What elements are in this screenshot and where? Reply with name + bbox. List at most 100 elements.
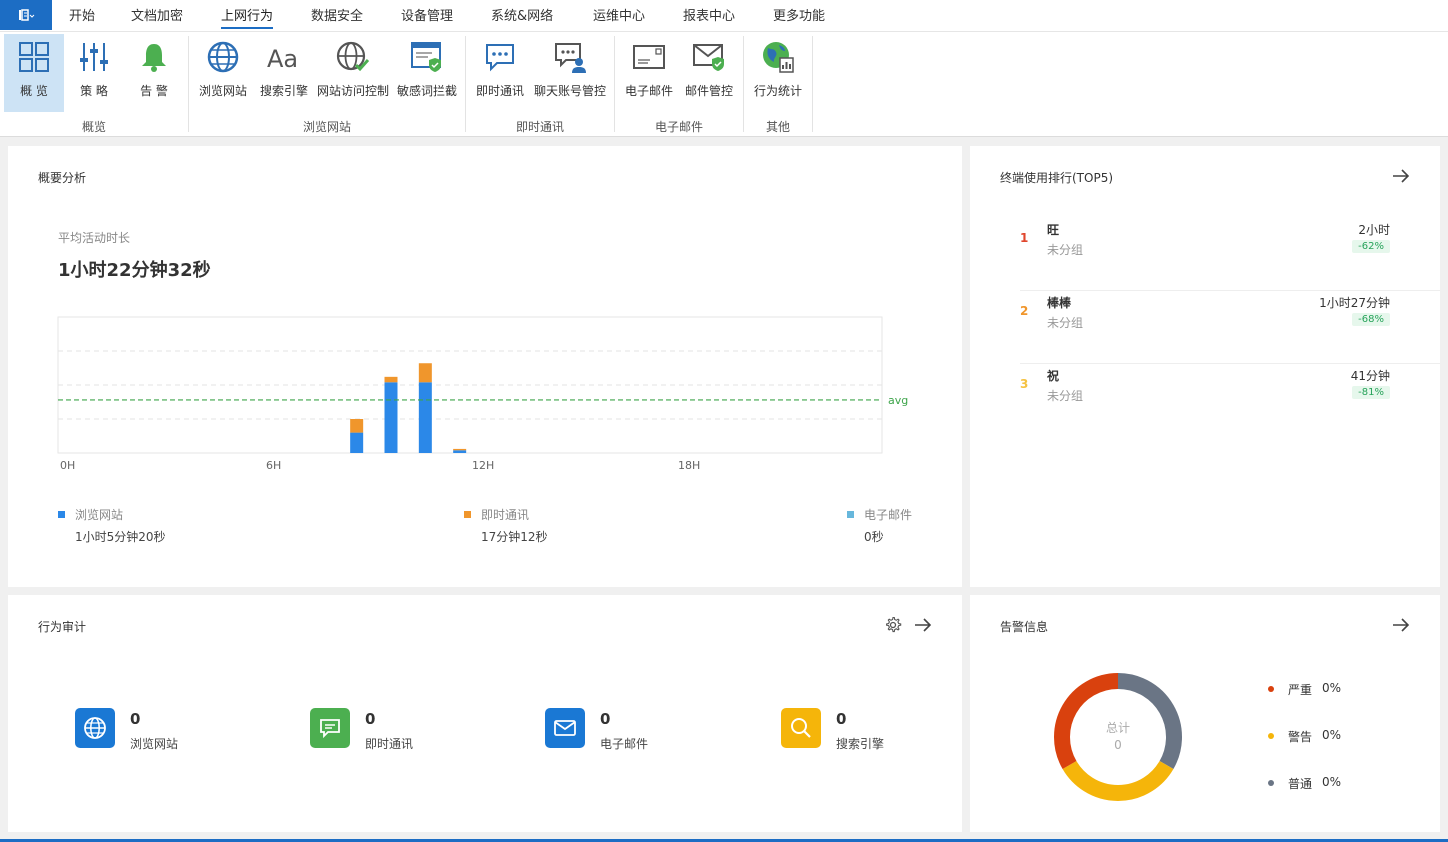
ribbon-label: 聊天账号管控: [533, 84, 606, 98]
ribbon-group-label-browse: 浏览网站: [302, 120, 351, 134]
app-menu-button[interactable]: [0, 0, 52, 30]
legend-value: 1小时5分钟20秒: [75, 530, 166, 544]
audit-icon-box: [781, 708, 821, 748]
ranking-row[interactable]: 3 祝 未分组 41分钟 -81%: [1020, 364, 1440, 437]
globe-stats-icon: [763, 42, 794, 73]
chart-x-tick-label: 12H: [472, 459, 494, 472]
audit-count: 0: [130, 710, 141, 728]
ribbon-email-control-button[interactable]: 邮件管控: [681, 34, 737, 112]
ribbon-sensitive-word-button[interactable]: 敏感词拦截: [395, 34, 459, 112]
menu-tab-system-network[interactable]: 系统&网络: [491, 0, 553, 32]
audit-icon-box: [310, 708, 350, 748]
ribbon-browse-web-button[interactable]: 浏览网站: [194, 34, 252, 112]
ribbon-behavior-stats-button[interactable]: 行为统计: [750, 34, 806, 112]
audit-label: 搜索引擎: [836, 737, 885, 751]
ribbon-site-access-control-button[interactable]: 网站访问控制: [315, 34, 391, 112]
ribbon-group-label-email: 电子邮件: [654, 120, 703, 134]
ranking-row[interactable]: 2 棒棒 未分组 1小时27分钟 -68%: [1020, 291, 1440, 364]
arrow-right-icon: [1393, 169, 1410, 183]
ranking-more-button[interactable]: [1390, 165, 1412, 187]
audit-item-im[interactable]: 0 即时通讯: [310, 708, 510, 752]
audit-item-browse[interactable]: 0 浏览网站: [75, 708, 275, 752]
chart-bar: [350, 419, 364, 433]
ribbon-im-button[interactable]: 即时通讯: [473, 34, 527, 112]
ribbon-label: 电子邮件: [624, 84, 673, 98]
search-icon: [791, 718, 811, 738]
ribbon-alarm-button[interactable]: 告 警: [126, 34, 182, 112]
chat-user-icon: [555, 43, 586, 73]
avg-activity-label: 平均活动时长: [58, 231, 131, 245]
overview-grid-icon: [19, 42, 49, 72]
audit-icon-box: [545, 708, 585, 748]
legend-value: 0秒: [864, 530, 884, 544]
ribbon-overview-button[interactable]: 概 览: [4, 34, 64, 112]
audit-label: 浏览网站: [130, 737, 179, 751]
audit-count: 0: [836, 710, 847, 728]
audit-title: 行为审计: [38, 620, 87, 634]
alarm-total-value: 0: [1114, 738, 1122, 752]
alarm-legend-label: 严重: [1288, 683, 1313, 697]
audit-item-search[interactable]: 0 搜索引擎: [781, 708, 981, 752]
rank-number: 3: [1020, 377, 1029, 391]
activity-chart: avg 0H 6H 12H 18H: [57, 316, 908, 472]
chart-bar: [418, 363, 432, 383]
menu-tab-data-security[interactable]: 数据安全: [311, 0, 363, 32]
menu-bar: 开始 文档加密 上网行为 数据安全 设备管理 系统&网络 运维中心 报表中心 更…: [0, 0, 1448, 32]
chart-bar: [453, 448, 467, 451]
overview-panel: 概要分析 平均活动时长 1小时22分钟32秒 avg 0H 6H 12H 18H 浏览…: [8, 146, 962, 587]
rank-time: 2小时: [1358, 223, 1390, 237]
legend-dot: [1268, 733, 1274, 739]
rank-terminal-name: 祝: [1047, 369, 1060, 383]
chart-x-tick-label: 18H: [678, 459, 700, 472]
ribbon-toolbar: 概 览 策 略 告 警 概览 浏览网站 Aa 搜索引擎 网站访问控制 敏感词拦截…: [0, 32, 1448, 137]
chart-bar: [350, 432, 364, 453]
chart-avg-label: avg: [888, 394, 908, 407]
rank-number: 1: [1020, 231, 1029, 245]
envelope-shield-icon: [693, 44, 724, 71]
audit-label: 即时通讯: [365, 737, 414, 751]
audit-settings-button[interactable]: [882, 614, 904, 636]
rank-time: 41分钟: [1350, 369, 1390, 383]
ribbon-group-label-im: 即时通讯: [515, 120, 564, 134]
menu-tab-doc-encrypt[interactable]: 文档加密: [131, 0, 183, 32]
alarm-legend-label: 警告: [1288, 730, 1313, 744]
menu-tab-device-management[interactable]: 设备管理: [401, 0, 453, 32]
gear-icon: [886, 616, 902, 633]
app-menu-icon: [19, 9, 35, 21]
chart-x-tick-label: 6H: [266, 459, 281, 472]
menu-tab-more[interactable]: 更多功能: [773, 0, 825, 32]
menu-tab-ops-center[interactable]: 运维中心: [593, 0, 645, 32]
ribbon-label: 邮件管控: [684, 84, 733, 98]
ribbon-policy-button[interactable]: 策 略: [66, 34, 122, 112]
ribbon-chat-account-button[interactable]: 聊天账号管控: [531, 34, 609, 112]
rank-change-badge: -68%: [1352, 313, 1390, 326]
chart-x-tick-label: 0H: [60, 459, 75, 472]
ranking-row[interactable]: 1 旺 未分组 2小时 -62%: [1020, 218, 1440, 291]
ribbon-label: 搜索引擎: [259, 84, 308, 98]
audit-item-email[interactable]: 0 电子邮件: [545, 708, 745, 752]
legend-dot: [1268, 686, 1274, 692]
ribbon-email-button[interactable]: 电子邮件: [621, 34, 677, 112]
menu-tab-start[interactable]: 开始: [69, 0, 95, 32]
alarm-more-button[interactable]: [1390, 614, 1412, 636]
alarm-bell-icon: [142, 44, 166, 72]
legend-swatch: [847, 511, 854, 518]
behavior-audit-panel: 行为审计 0 浏览网站 0 即时通讯 0 电子邮件 0 搜索引擎: [8, 595, 962, 832]
chat-bubble-icon: [320, 719, 340, 739]
chart-bar: [384, 376, 398, 383]
audit-icon-box: [75, 708, 115, 748]
arrow-right-icon: [1393, 618, 1410, 632]
ribbon-label: 告 警: [140, 84, 168, 98]
alarm-info-panel: 告警信息 总计 0 严重 0% 警告 0% 普通 0%: [970, 595, 1440, 832]
rank-terminal-name: 旺: [1047, 223, 1060, 237]
ribbon-group-label-other: 其他: [765, 120, 790, 134]
menu-tab-internet-behavior[interactable]: 上网行为: [221, 0, 274, 32]
menu-tab-report-center[interactable]: 报表中心: [683, 0, 735, 32]
audit-more-button[interactable]: [912, 614, 934, 636]
envelope-icon: [554, 720, 576, 736]
rank-group: 未分组: [1047, 389, 1084, 403]
chart-bar: [453, 450, 467, 453]
ribbon-separator: [812, 36, 813, 132]
ribbon-search-engine-button[interactable]: Aa 搜索引擎: [256, 34, 312, 112]
legend-name: 浏览网站: [75, 508, 124, 522]
